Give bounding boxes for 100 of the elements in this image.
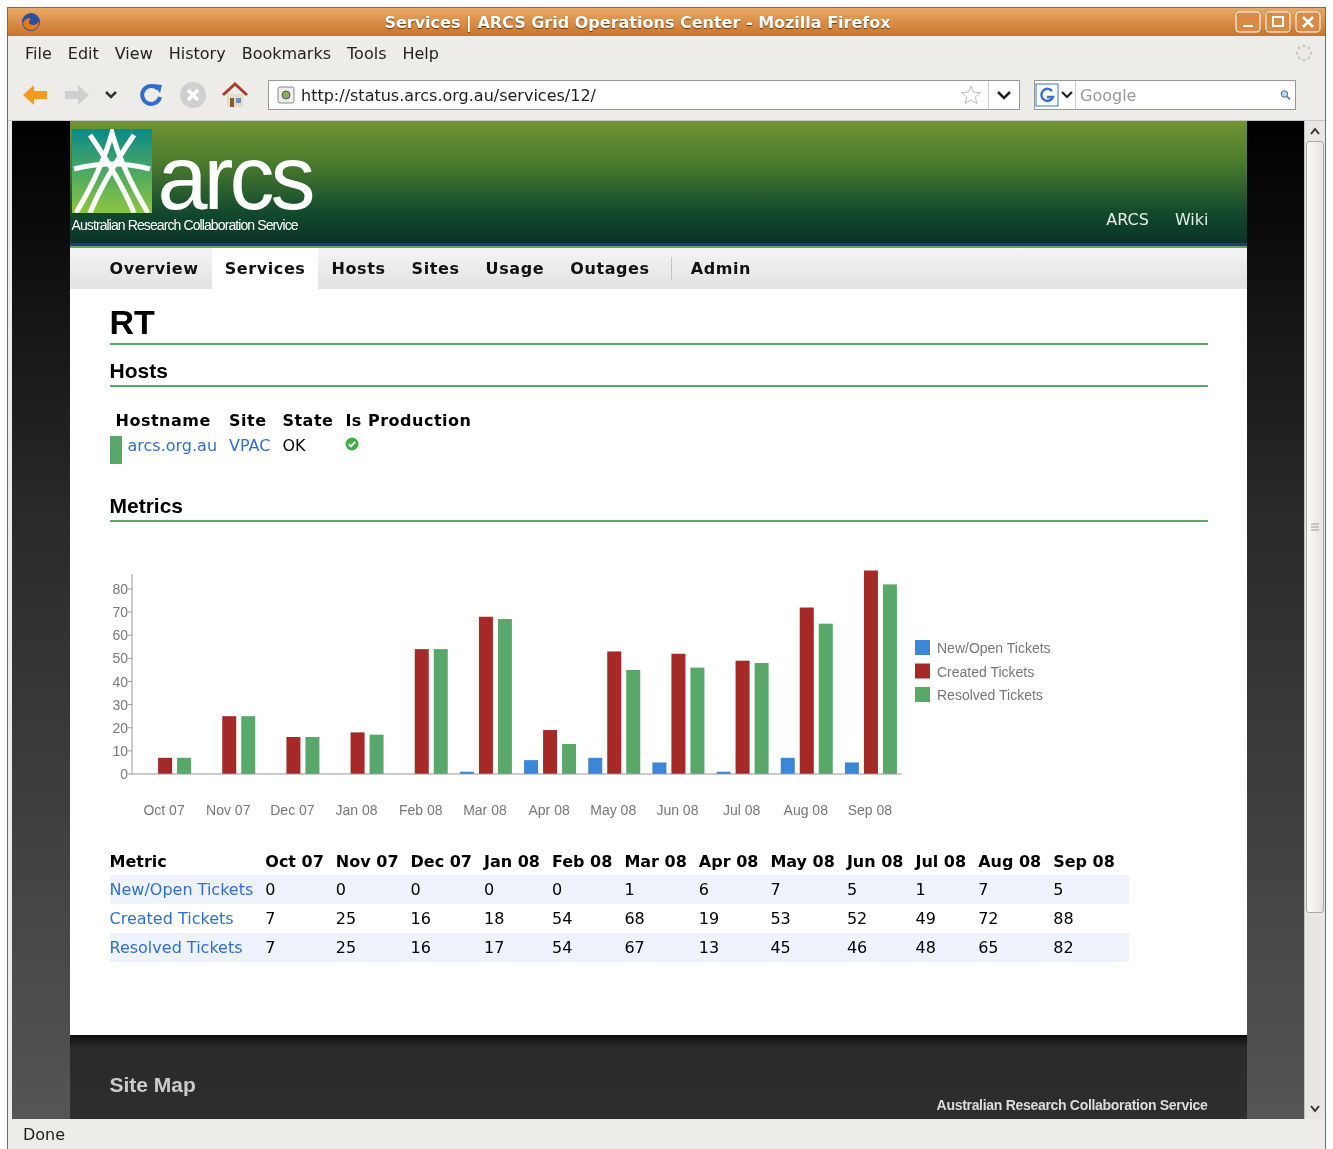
- bar: [350, 732, 365, 774]
- column-header: Feb 08: [551, 852, 625, 875]
- column-header: Oct 07: [265, 852, 336, 875]
- search-bar[interactable]: Google: [1034, 80, 1296, 110]
- close-icon[interactable]: [1295, 11, 1321, 33]
- column-header: Nov 07: [335, 852, 411, 875]
- scrollbar[interactable]: [1304, 121, 1325, 1119]
- bar: [716, 771, 731, 774]
- category-label: May 08: [589, 802, 636, 818]
- menu-item[interactable]: File: [17, 43, 60, 63]
- table-cell: 48: [915, 938, 936, 957]
- nav-tab[interactable]: Sites: [398, 248, 473, 289]
- address-bar[interactable]: http://status.arcs.org.au/services/12/: [268, 80, 1020, 110]
- category-label: Jun 08: [655, 802, 698, 818]
- grip-icon: [1311, 522, 1319, 532]
- spinner-icon: [1295, 44, 1313, 62]
- category-label: Dec 07: [269, 802, 315, 818]
- table-cell: 45: [770, 938, 791, 957]
- category-label: Sep 08: [847, 802, 892, 818]
- table-cell: 0: [483, 880, 495, 899]
- site-link[interactable]: VPAC: [229, 436, 271, 455]
- table-cell: 6: [698, 880, 709, 899]
- nav-tab[interactable]: Admin: [677, 248, 765, 289]
- category-label: Mar 08: [462, 802, 507, 818]
- table-cell: 67: [624, 938, 645, 957]
- caret-icon[interactable]: [997, 90, 1011, 100]
- host-link[interactable]: arcs.org.au: [127, 436, 218, 455]
- table-cell: 18: [483, 909, 505, 928]
- tick-label: 80: [111, 581, 128, 597]
- metric-link[interactable]: Created Tickets: [109, 909, 234, 928]
- table-cell: 25: [335, 909, 357, 928]
- nav-tab[interactable]: Overview: [96, 248, 212, 289]
- table-cell: 25: [335, 938, 357, 957]
- section-heading: Metrics: [109, 494, 185, 518]
- window-title: Services | ARCS Grid Operations Center - Mozilla Firefox: [383, 12, 892, 32]
- table-cell: 5: [1053, 880, 1064, 899]
- section-heading: Hosts: [109, 359, 169, 383]
- column-header: Aug 08: [978, 852, 1054, 875]
- column-header: Mar 08: [624, 852, 699, 875]
- logo-mark-icon[interactable]: [71, 129, 152, 213]
- header-link[interactable]: Wiki: [1174, 210, 1209, 229]
- search-engine-icon[interactable]: [1035, 83, 1075, 107]
- page-title: RT: [109, 303, 156, 341]
- column-header: Jul 08: [915, 852, 979, 875]
- table-cell: 54: [551, 938, 573, 957]
- column-header: Apr 08: [698, 852, 771, 875]
- table-cell: 13: [698, 938, 720, 957]
- nav-tab[interactable]: Outages: [557, 248, 663, 289]
- header-link[interactable]: ARCS: [1106, 210, 1149, 229]
- column-header: May 08: [770, 852, 847, 875]
- menu-item[interactable]: Tools: [339, 43, 395, 63]
- bar: [561, 743, 576, 774]
- nav-tab[interactable]: Usage: [472, 248, 558, 289]
- logo-tagline: Australian Research Collaboration Service: [71, 217, 299, 233]
- tick-label: 50: [111, 650, 128, 667]
- table-cell: 68: [624, 909, 645, 928]
- category-label: Jan 08: [335, 802, 378, 818]
- table-cell: 7: [770, 880, 781, 899]
- table-cell: 19: [698, 909, 720, 928]
- page-icon: [277, 86, 295, 104]
- category-label: Aug 08: [783, 802, 828, 818]
- tick-label: 20: [111, 719, 128, 736]
- table-cell: 7: [978, 880, 989, 899]
- table-cell: 16: [410, 938, 431, 957]
- column-header: Jan 08: [483, 852, 552, 875]
- tick-label: 60: [111, 627, 128, 644]
- menu-item[interactable]: History: [160, 43, 234, 63]
- menu-item[interactable]: Edit: [59, 43, 107, 63]
- tick-label: 30: [111, 696, 128, 713]
- bar: [221, 716, 236, 774]
- home-icon[interactable]: [220, 80, 250, 110]
- table-cell: 49: [915, 909, 936, 928]
- menu-item[interactable]: View: [106, 43, 161, 63]
- maximize-icon[interactable]: [1265, 11, 1291, 33]
- menu-item[interactable]: Bookmarks: [233, 43, 340, 63]
- star-icon[interactable]: [960, 84, 982, 106]
- table-cell: 82: [1053, 938, 1074, 957]
- menu-item[interactable]: Help: [394, 43, 447, 63]
- table-cell: 7: [265, 938, 276, 957]
- address-field[interactable]: http://status.arcs.org.au/services/12/: [301, 85, 960, 105]
- table-cell: 53: [770, 909, 791, 928]
- column-header: Metric: [109, 852, 266, 875]
- category-label: Feb 08: [398, 802, 443, 818]
- column-header: Site: [228, 411, 268, 432]
- bar: [542, 730, 557, 774]
- nav-tab[interactable]: Services: [211, 248, 319, 289]
- column-header: Dec 07: [410, 852, 484, 875]
- search-field[interactable]: Google: [1080, 85, 1280, 105]
- table-cell: 1: [915, 880, 926, 899]
- minimize-icon[interactable]: [1235, 11, 1261, 33]
- category-label: Jul 08: [722, 802, 760, 818]
- table-cell: 17: [483, 938, 505, 957]
- table-cell: 72: [978, 909, 999, 928]
- column-header: Is Production: [344, 411, 473, 432]
- bar: [369, 734, 384, 774]
- logo-text: arcs: [157, 143, 312, 213]
- legend-label: New/Open Tickets: [936, 640, 1051, 656]
- table-cell: 52: [846, 909, 868, 928]
- nav-tab[interactable]: Hosts: [318, 248, 399, 289]
- column-header: Hostname: [115, 411, 211, 430]
